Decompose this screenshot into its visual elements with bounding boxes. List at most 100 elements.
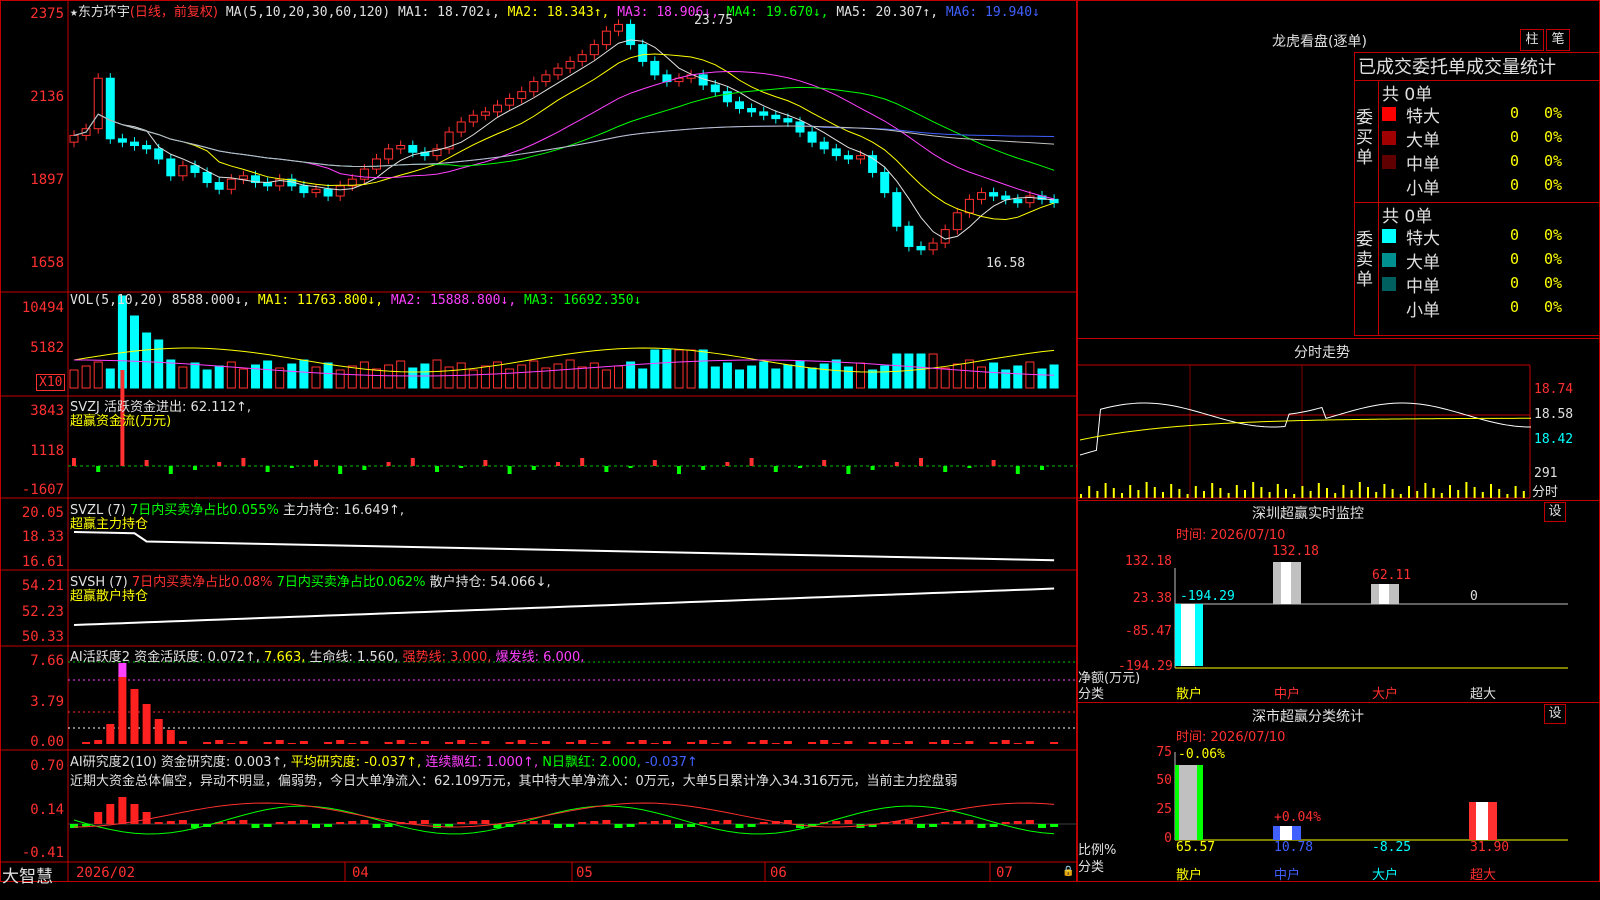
- stock-name[interactable]: 东方环宇: [78, 5, 130, 20]
- order-row-count: 0: [1510, 298, 1520, 316]
- volume-bar: [698, 349, 708, 389]
- candle-body: [456, 121, 466, 133]
- volume-bar: [81, 365, 91, 389]
- candle-body: [69, 134, 79, 143]
- intraday-vol-bar: [1481, 492, 1484, 498]
- flow-bar: [894, 462, 899, 466]
- activity-bar: [469, 743, 478, 744]
- activity-bar: [299, 741, 308, 744]
- volume-bar: [347, 365, 357, 389]
- activity-bar: [747, 742, 756, 744]
- flow-bar: [1040, 466, 1044, 470]
- vol-ma3: MA3: 16692.350↓: [523, 293, 642, 308]
- flow-bar: [652, 460, 657, 466]
- activity-bar: [324, 742, 333, 744]
- svzl-line: [73, 531, 1055, 562]
- monitor-time: 时间: 2026/07/10: [1176, 528, 1286, 543]
- volume-bar: [1025, 361, 1035, 389]
- research-bar: [953, 821, 962, 824]
- volume-bar: [372, 368, 381, 389]
- volume-bar: [93, 361, 103, 389]
- activity-bar: [529, 743, 538, 744]
- candle-body: [952, 212, 962, 231]
- main-header: ★东方环宇(日线，前复权) MA(5,10,20,30,60,120) MA1:…: [70, 1, 1040, 20]
- vol-ma1: MA1: 11763.800↓,: [257, 293, 384, 308]
- candle-body: [856, 155, 865, 160]
- vol-unit-badge[interactable]: X10: [36, 374, 66, 391]
- intraday-vol-bar: [1465, 482, 1468, 498]
- candle-body: [214, 182, 224, 190]
- activity-bar: [602, 741, 611, 744]
- volume-bar: [589, 362, 599, 389]
- volume-bar: [710, 366, 720, 389]
- lock-icon[interactable]: 🔒: [1062, 866, 1074, 877]
- ai1-a: 资金活跃度: 0.072↑,: [134, 650, 260, 665]
- x-axis-label: 07: [996, 865, 1013, 881]
- price-axis-label: 2136: [30, 89, 64, 105]
- intraday-vol-bar: [1219, 488, 1222, 498]
- intraday-vol-bar: [1301, 486, 1304, 498]
- flow-bar: [314, 460, 318, 466]
- activity-bar: [820, 740, 829, 744]
- period-label: (日线，前复权): [129, 5, 218, 20]
- flow-bar: [556, 462, 560, 466]
- volume-bar: [868, 369, 878, 389]
- flow-bar: [749, 458, 754, 466]
- column-view-button[interactable]: 柱: [1520, 29, 1544, 51]
- flow-bar: [193, 466, 197, 470]
- star-icon[interactable]: ★: [70, 5, 78, 20]
- activity-bar: [868, 742, 877, 744]
- monitor-settings-button[interactable]: 设: [1544, 502, 1566, 522]
- activity-bar: [457, 740, 466, 744]
- research-bar: [941, 822, 950, 824]
- order-row-count: 0: [1510, 128, 1520, 146]
- class-bar: [1476, 802, 1488, 840]
- activity-bar: [215, 740, 224, 744]
- research-bar: [602, 820, 611, 824]
- svzj-subtitle: 超赢资金流(万元): [70, 414, 172, 429]
- sell-side-label: 委卖单: [1356, 230, 1373, 290]
- intraday-vol-bar: [1211, 483, 1214, 498]
- candle-body: [190, 165, 200, 173]
- research-bar: [178, 820, 187, 824]
- intraday-tag: 分时: [1532, 485, 1559, 500]
- order-row-count: 0: [1510, 226, 1520, 244]
- research-bar: [638, 822, 647, 824]
- order-row-label: 中单: [1406, 155, 1440, 175]
- x-axis-label: 04: [352, 865, 369, 881]
- candle-body: [299, 185, 309, 194]
- activity-bar: [1050, 742, 1059, 744]
- candle-body: [589, 44, 599, 56]
- research-bar: [106, 804, 115, 824]
- intraday-vol-bar: [1137, 490, 1140, 498]
- flow-bar: [773, 466, 778, 472]
- intraday-vol-bar: [1350, 490, 1353, 498]
- candle-body: [638, 44, 648, 62]
- volume-bar: [1013, 365, 1023, 389]
- candle-body: [226, 178, 236, 190]
- volume-bar: [565, 359, 575, 389]
- flow-bar: [72, 458, 76, 466]
- intraday-vol-bar: [1522, 491, 1525, 498]
- candle-body: [759, 111, 769, 116]
- divider: [1378, 80, 1379, 336]
- research-line: [73, 805, 1055, 835]
- activity-bar: [154, 719, 163, 744]
- class-settings-button[interactable]: 设: [1544, 704, 1566, 724]
- x-axis-label: 06: [770, 865, 787, 881]
- research-bar: [1013, 821, 1022, 824]
- flow-bar: [798, 466, 802, 468]
- activity-bar: [178, 741, 187, 744]
- research-bar: [251, 824, 260, 828]
- candle-body: [843, 155, 853, 160]
- volume-bar: [238, 368, 248, 389]
- tick-view-button[interactable]: 笔: [1546, 29, 1570, 51]
- order-color-swatch: [1382, 179, 1396, 193]
- activity-bar: [118, 674, 127, 744]
- candle-body: [989, 192, 999, 197]
- intraday-vol-bar: [1375, 492, 1378, 498]
- ai1-axis-label: 3.79: [30, 694, 64, 710]
- activity-bar: [832, 743, 841, 744]
- class-time: 时间: 2026/07/10: [1176, 730, 1286, 745]
- candle-body: [601, 30, 611, 46]
